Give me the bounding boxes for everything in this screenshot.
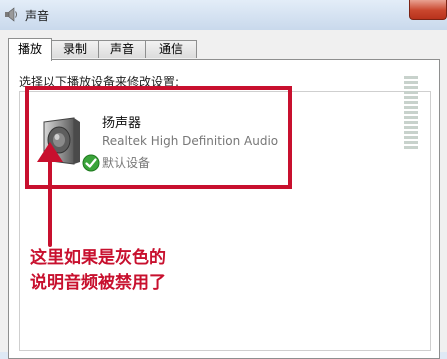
- annotation-text: 这里如果是灰色的 说明音频被禁用了: [30, 246, 250, 296]
- annotation-line-2: 说明音频被禁用了: [30, 273, 166, 293]
- speaker-icon: [5, 7, 17, 22]
- tab-sounds[interactable]: 声音: [98, 40, 146, 58]
- tab-label: 录制: [62, 42, 87, 56]
- tab-communications[interactable]: 通信: [145, 40, 197, 58]
- up-arrow-icon: [37, 142, 63, 247]
- window-title: 声音: [25, 9, 50, 23]
- tab-label: 声音: [109, 42, 134, 56]
- tab-recording[interactable]: 录制: [51, 40, 99, 58]
- tab-playback[interactable]: 播放: [8, 38, 52, 61]
- annotation-line-1: 这里如果是灰色的: [30, 248, 166, 268]
- volume-level-meter: [404, 76, 418, 156]
- close-button[interactable]: [409, 0, 447, 20]
- tab-label: 播放: [17, 42, 42, 56]
- tab-label: 通信: [158, 42, 183, 56]
- title-bar[interactable]: 声音: [0, 0, 447, 30]
